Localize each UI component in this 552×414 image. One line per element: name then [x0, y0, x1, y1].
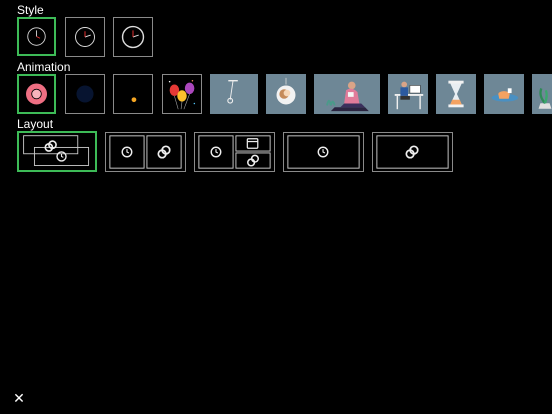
- person-reading-icon: [326, 81, 369, 112]
- analog-clock-icon: [121, 25, 145, 49]
- animation-option-2[interactable]: [65, 74, 105, 114]
- animation-option-6[interactable]: [266, 74, 306, 114]
- style-option-1[interactable]: [17, 17, 56, 56]
- animation-option-11[interactable]: [532, 74, 552, 114]
- animation-option-5[interactable]: [210, 74, 258, 114]
- plant-icon: [538, 88, 552, 109]
- style-option-3[interactable]: [113, 17, 153, 57]
- clock-only-layout-icon: [287, 135, 360, 169]
- hourglass-icon: [448, 80, 464, 108]
- analog-clock-icon: [27, 27, 46, 46]
- layout-option-1[interactable]: [17, 131, 97, 172]
- person-at-desk-icon: [394, 81, 424, 110]
- layout-option-5[interactable]: [372, 132, 453, 172]
- analog-clock-icon: [75, 27, 95, 47]
- face-circle-icon: [276, 77, 296, 105]
- pendulum-icon: [227, 79, 238, 104]
- orange-dot-icon: [131, 97, 137, 103]
- layout-section-title: Layout: [17, 117, 54, 131]
- clock-calendar-rings-layout-icon: [198, 135, 271, 169]
- animation-option-7[interactable]: [314, 74, 380, 114]
- animation-section-title: Animation: [17, 60, 71, 74]
- close-icon[interactable]: ✕: [12, 390, 26, 406]
- style-option-2[interactable]: [65, 17, 105, 57]
- clock-rings-split-layout-icon: [109, 135, 182, 169]
- style-section-title: Style: [17, 3, 44, 17]
- layout-option-4[interactable]: [283, 132, 364, 172]
- animation-option-10[interactable]: [484, 74, 524, 114]
- animation-option-9[interactable]: [436, 74, 476, 114]
- animation-option-4[interactable]: [162, 74, 202, 114]
- pink-donut-ring-icon: [26, 83, 47, 105]
- rings-only-layout-icon: [376, 135, 449, 169]
- overlap-rings-clock-layout-icon: [23, 135, 90, 166]
- layout-option-2[interactable]: [105, 132, 186, 172]
- animation-option-8[interactable]: [388, 74, 428, 114]
- layout-option-3[interactable]: [194, 132, 275, 172]
- balloons-icon: [168, 79, 196, 110]
- animation-option-3[interactable]: [113, 74, 153, 114]
- animation-option-1[interactable]: [17, 74, 56, 114]
- coffee-cup-icon: [491, 88, 519, 102]
- dark-blue-blob-icon: [76, 85, 94, 103]
